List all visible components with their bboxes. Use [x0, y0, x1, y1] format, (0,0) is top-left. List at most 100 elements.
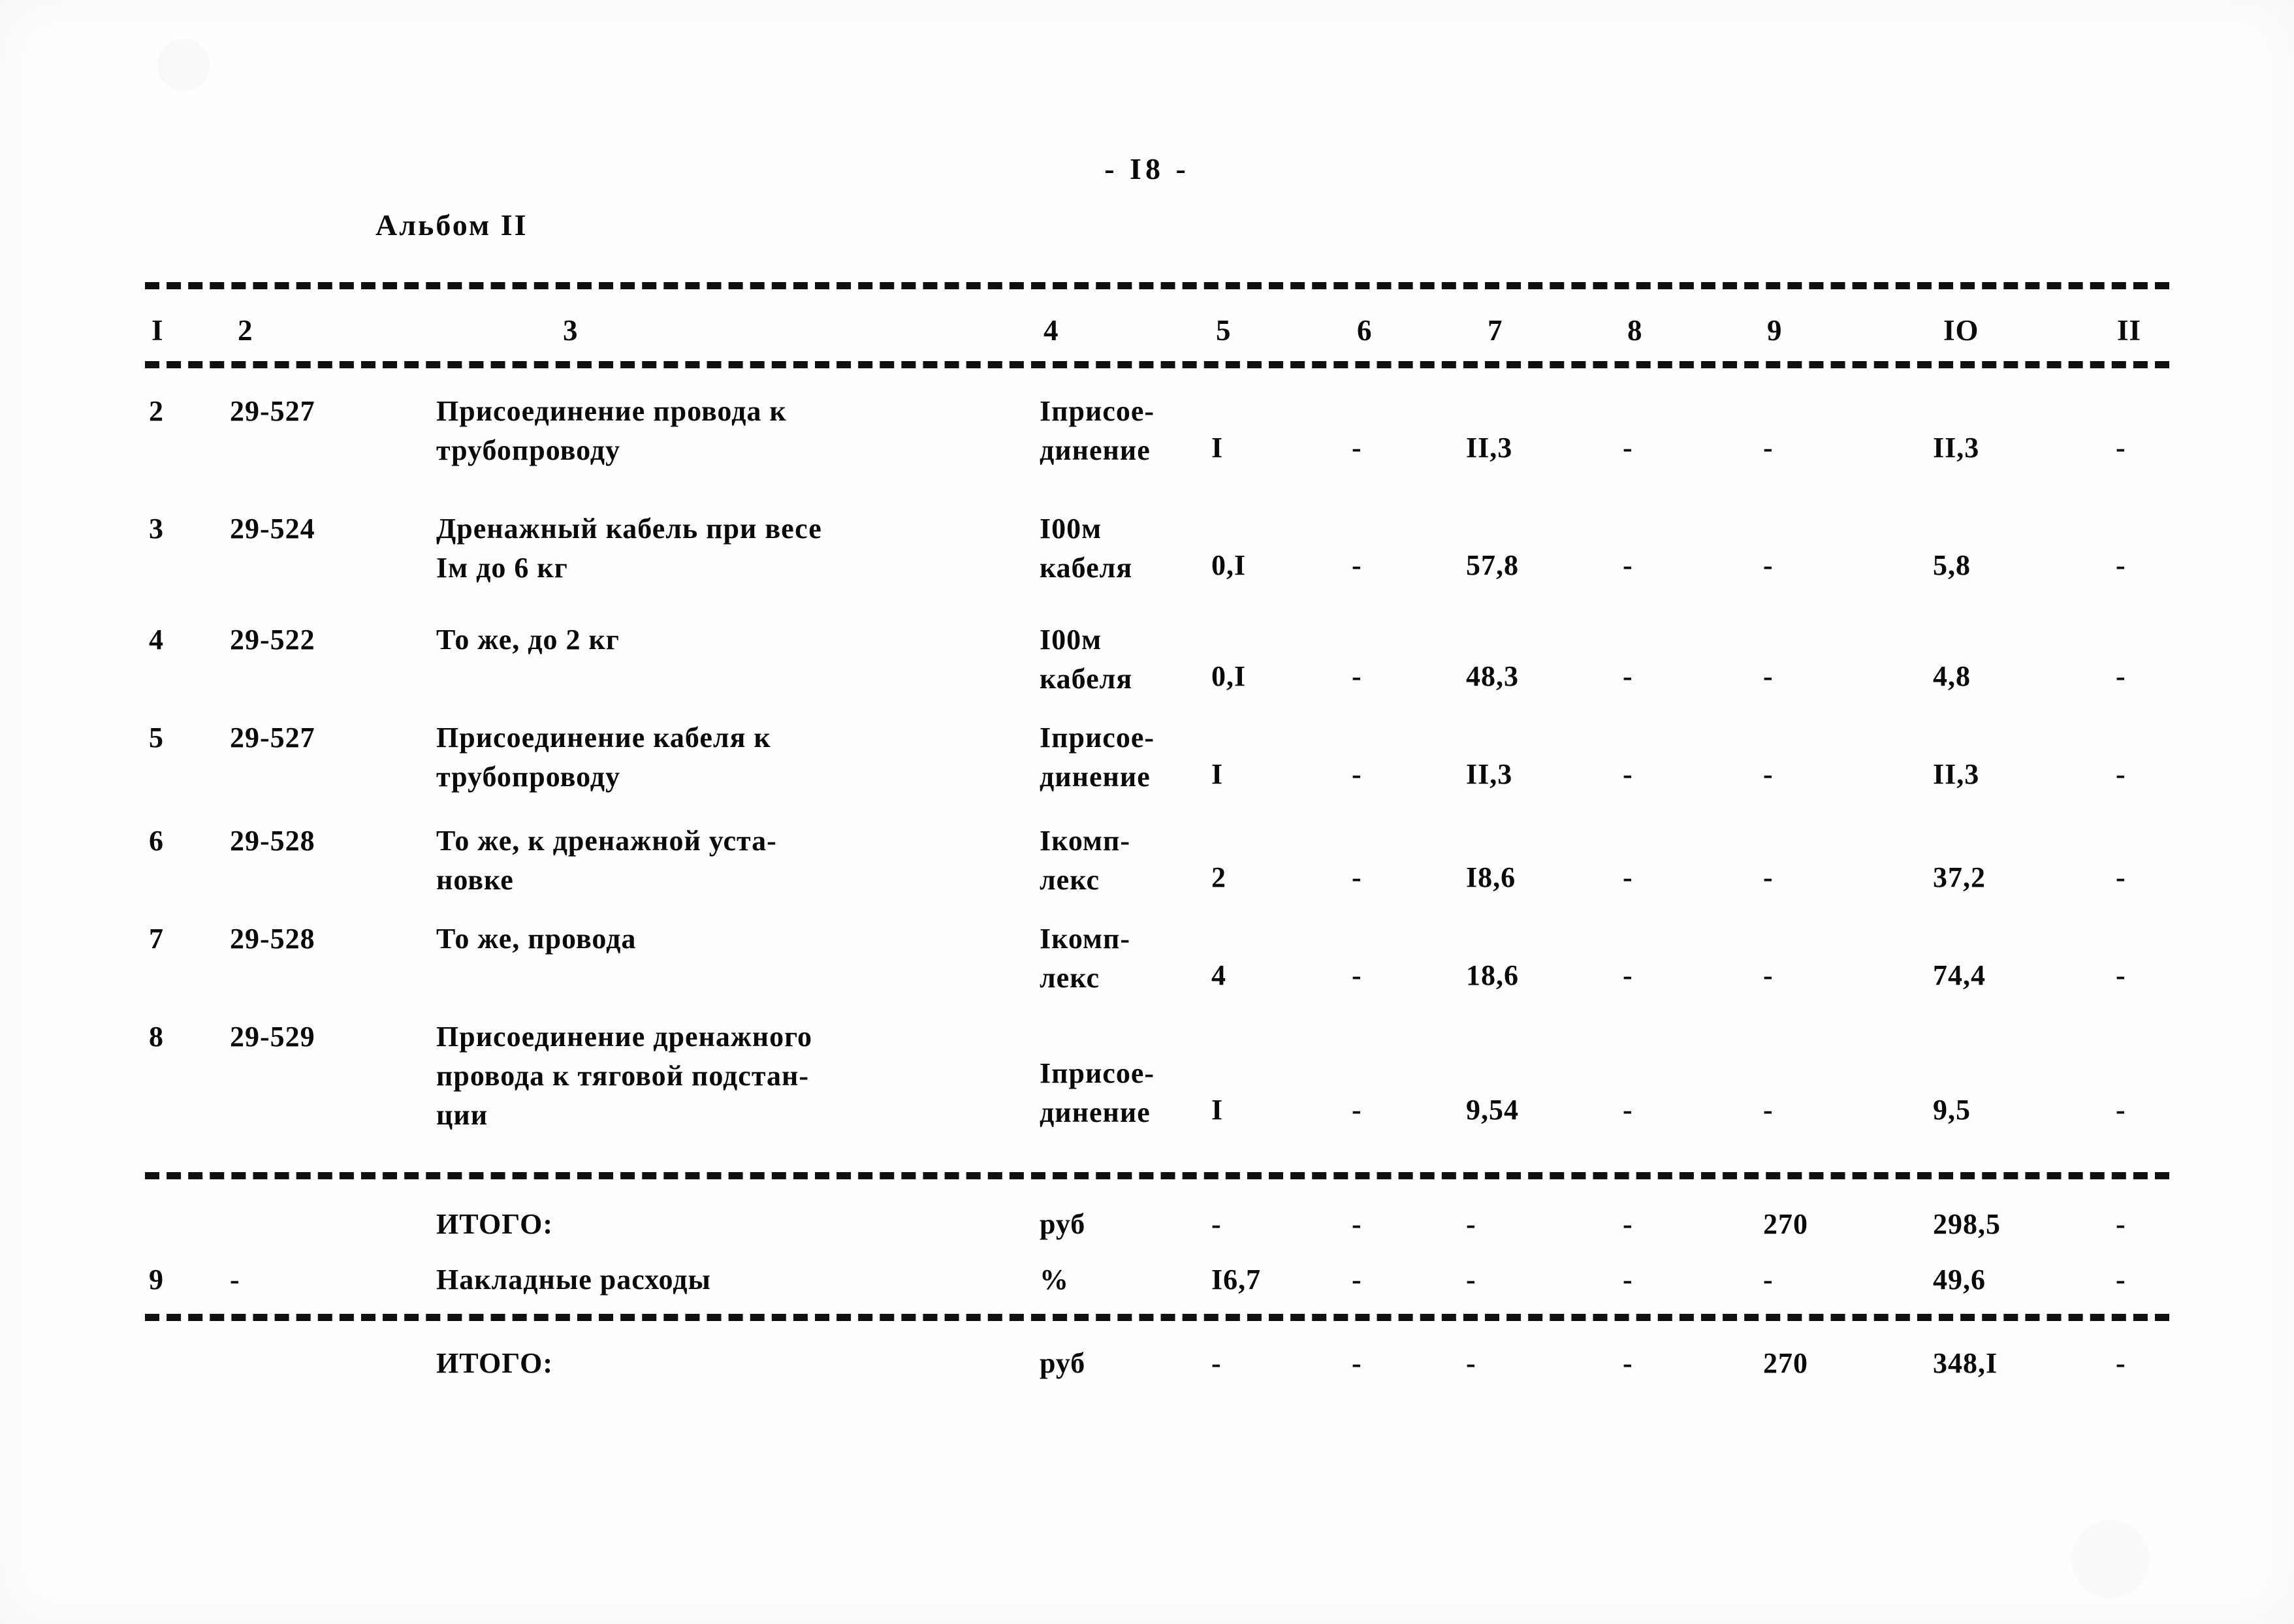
total-cost: 5,8 [1933, 549, 1971, 581]
work-description: Дренажный кабель при весе Iм до 6 кг [436, 513, 822, 584]
quantity: 4 [1211, 959, 1226, 991]
work-description: Присоединение провода к трубопроводу [436, 395, 787, 466]
table-rule-under-header [145, 361, 2169, 368]
value-col-8: - [1623, 1094, 1633, 1126]
unit-cost: I8,6 [1466, 861, 1516, 893]
unit-cost: 48,3 [1466, 660, 1519, 692]
value-col-6: - [1352, 1264, 1362, 1296]
album-label: Альбом II [375, 208, 528, 242]
unit-cost: II,3 [1466, 758, 1513, 790]
value-col-9: - [1763, 1264, 1774, 1296]
quantity: I [1211, 758, 1224, 790]
row-number: 3 [149, 513, 164, 545]
value-col-6: - [1352, 861, 1362, 893]
value-col-7: - [1466, 1347, 1476, 1379]
total-cost: 4,8 [1933, 660, 1971, 692]
unit-of-measure: Iкомп- лекс [1040, 825, 1131, 896]
value-col-9: - [1763, 660, 1774, 692]
value-col-7: - [1466, 1208, 1476, 1240]
row-number: 4 [149, 624, 164, 656]
total-cost: 37,2 [1933, 861, 1986, 893]
unit-of-measure: Iкомп- лекс [1040, 923, 1131, 994]
value-col-11: - [2116, 432, 2126, 464]
value-col-5: - [1211, 1208, 1222, 1240]
norm-code: - [230, 1264, 240, 1296]
value-col-9: - [1763, 758, 1774, 790]
work-description: Присоединение дренажного провода к тягов… [436, 1021, 812, 1131]
row-number: 9 [149, 1264, 164, 1296]
column-header-9: 9 [1767, 314, 1783, 347]
value-col-9: 270 [1763, 1347, 1808, 1379]
quantity: 0,I [1211, 660, 1247, 692]
value-col-6: - [1352, 1208, 1362, 1240]
unit-of-measure: Iприсое- динение [1040, 1057, 1155, 1128]
table-rule-above-total-1 [145, 1172, 2169, 1179]
value-col-11: - [2116, 1347, 2126, 1379]
unit-cost: 9,54 [1466, 1094, 1519, 1126]
value-col-7: - [1466, 1264, 1476, 1296]
table-rule-above-total-2 [145, 1314, 2169, 1321]
norm-code: 29-529 [230, 1021, 315, 1053]
unit-of-measure: Iприсое- динение [1040, 395, 1155, 466]
column-header-4: 4 [1043, 314, 1059, 347]
column-header-8: 8 [1627, 314, 1643, 347]
value-col-9: - [1763, 959, 1774, 991]
value-col-6: - [1352, 959, 1362, 991]
total-cost: II,3 [1933, 758, 1980, 790]
norm-code: 29-527 [230, 722, 315, 754]
quantity: I [1211, 1094, 1224, 1126]
value-col-8: - [1623, 758, 1633, 790]
scanned-page: - I8 - Альбом II I 2 3 4 5 6 7 8 9 IO II… [0, 0, 2294, 1624]
value-col-8: - [1623, 1208, 1633, 1240]
norm-code: 29-522 [230, 624, 315, 656]
norm-code: 29-527 [230, 395, 315, 427]
value-col-11: - [2116, 660, 2126, 692]
value-col-6: - [1352, 758, 1362, 790]
value-col-8: - [1623, 1264, 1633, 1296]
unit-of-measure: % [1040, 1264, 1069, 1296]
norm-code: 29-524 [230, 513, 315, 545]
value-col-6: - [1352, 1347, 1362, 1379]
value-col-9: 270 [1763, 1208, 1808, 1240]
value-col-6: - [1352, 1094, 1362, 1126]
unit-cost: 18,6 [1466, 959, 1519, 991]
column-header-10: IO [1943, 314, 1979, 347]
unit-cost: 57,8 [1466, 549, 1519, 581]
row-number: 6 [149, 825, 164, 857]
total-cost: 9,5 [1933, 1094, 1971, 1126]
norm-code: 29-528 [230, 923, 315, 955]
page-number: - I8 - [0, 151, 2294, 186]
value-col-11: - [2116, 1208, 2126, 1240]
unit-of-measure: I00м кабеля [1040, 624, 1133, 695]
value-col-11: - [2116, 549, 2126, 581]
value-col-9: - [1763, 1094, 1774, 1126]
work-description: Присоединение кабеля к трубопроводу [436, 722, 771, 793]
value-col-8: - [1623, 432, 1633, 464]
work-description: То же, до 2 кг [436, 624, 620, 656]
grand-total-label: ИТОГО: [436, 1347, 553, 1379]
column-header-6: 6 [1357, 314, 1373, 347]
value-col-8: - [1623, 660, 1633, 692]
value-col-5: - [1211, 1347, 1222, 1379]
total-cost: 74,4 [1933, 959, 1986, 991]
column-header-7: 7 [1488, 314, 1503, 347]
value-col-11: - [2116, 861, 2126, 893]
work-description: То же, к дренажной уста- новке [436, 825, 777, 896]
unit-of-measure: руб [1040, 1208, 1086, 1240]
value-col-9: - [1763, 549, 1774, 581]
overhead-label: Накладные расходы [436, 1264, 711, 1296]
overhead-percent: I6,7 [1211, 1264, 1262, 1296]
value-col-11: - [2116, 1264, 2126, 1296]
unit-of-measure: Iприсое- динение [1040, 722, 1155, 793]
total-cost: 298,5 [1933, 1208, 2001, 1240]
value-col-8: - [1623, 861, 1633, 893]
quantity: I [1211, 432, 1224, 464]
column-header-11: II [2117, 314, 2142, 347]
column-header-5: 5 [1216, 314, 1232, 347]
table-rule-top [145, 282, 2169, 289]
value-col-11: - [2116, 959, 2126, 991]
value-col-6: - [1352, 660, 1362, 692]
row-number: 7 [149, 923, 164, 955]
value-col-9: - [1763, 432, 1774, 464]
value-col-11: - [2116, 1094, 2126, 1126]
